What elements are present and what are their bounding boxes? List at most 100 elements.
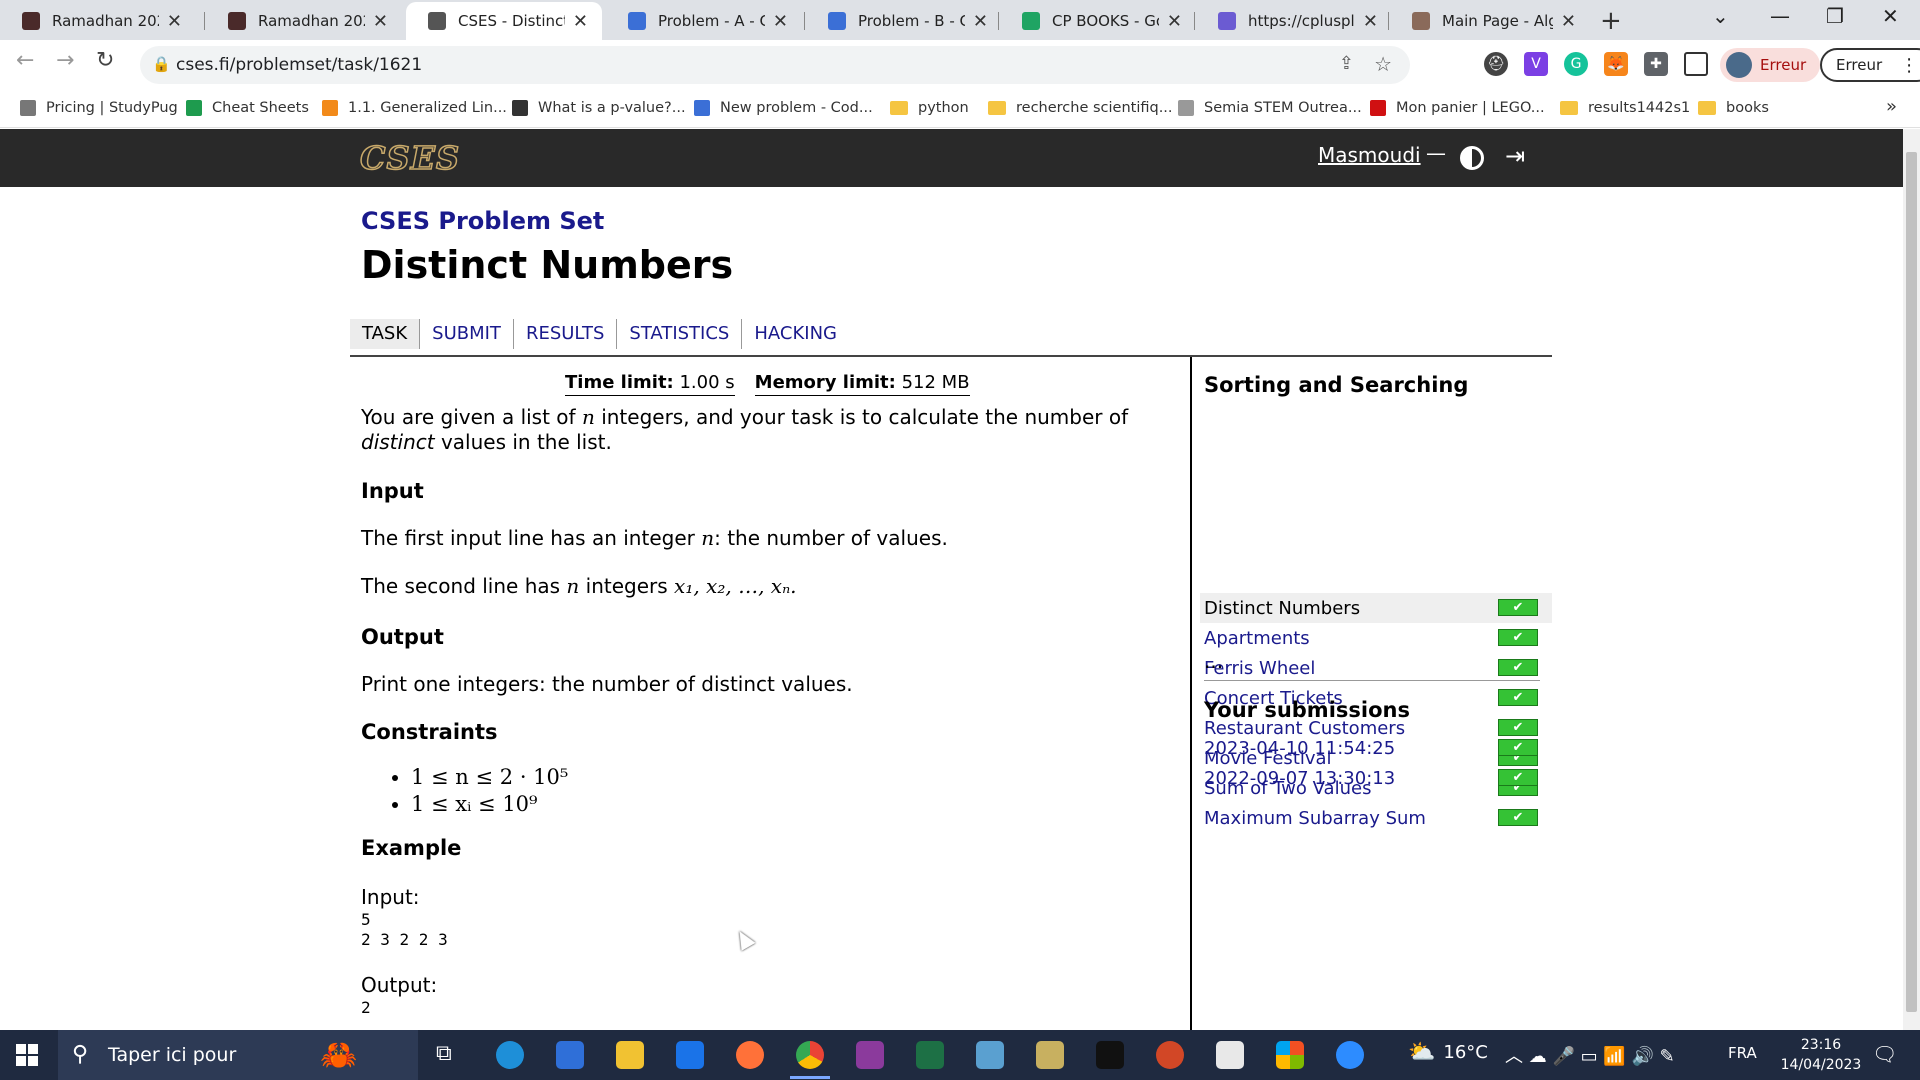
search-placeholder: Taper ici pour: [108, 1044, 237, 1066]
notes-app-icon[interactable]: [976, 1041, 1004, 1069]
address-bar[interactable]: 🔒 cses.fi/problemset/task/1621 ⇪ ☆: [140, 46, 1410, 84]
more-bookmarks-icon[interactable]: »: [1886, 96, 1897, 117]
bookmark-star-icon[interactable]: ☆: [1374, 52, 1392, 76]
reload-button[interactable]: ↻: [96, 48, 114, 73]
bookmark-item[interactable]: Semia STEM Outrea...: [1178, 90, 1362, 126]
browser-tab[interactable]: https://cplusplus ✕: [1196, 2, 1392, 40]
system-tray-icons[interactable]: ︿ ☁ 🎤 ▭ 📶 🔊 ✎: [1505, 1042, 1675, 1068]
bookmarks-bar: Pricing | StudyPug Cheat Sheets 1.1. Gener…: [0, 90, 1920, 128]
minimize-button[interactable]: —: [1770, 4, 1790, 28]
tab-close-icon[interactable]: ✕: [373, 11, 388, 32]
bookmark-item[interactable]: Pricing | StudyPug: [20, 90, 178, 126]
sidebar-problem-label[interactable]: Apartments: [1204, 628, 1310, 649]
error-button[interactable]: Erreur ⋮: [1820, 48, 1920, 82]
bookmark-favicon-icon: [694, 100, 710, 116]
tab-close-icon[interactable]: ✕: [1167, 11, 1182, 32]
task-view-icon[interactable]: ⧉: [436, 1041, 464, 1069]
office-app-icon[interactable]: [1276, 1041, 1304, 1069]
profile-button[interactable]: Erreur: [1720, 48, 1821, 82]
firefox-icon[interactable]: [736, 1041, 764, 1069]
temperature: 16°C: [1443, 1042, 1488, 1063]
sidebar-problem-item[interactable]: Maximum Subarray Sum ✔: [1200, 803, 1552, 833]
store-icon[interactable]: [556, 1041, 584, 1069]
bookmark-item[interactable]: Cheat Sheets: [186, 90, 309, 126]
restore-button[interactable]: ❐: [1826, 4, 1844, 28]
bookmark-label: Cheat Sheets: [212, 100, 309, 116]
bookmark-item[interactable]: Mon panier | LEGO...: [1370, 90, 1545, 126]
back-button[interactable]: ←: [16, 48, 34, 73]
share-icon[interactable]: ⇪: [1339, 53, 1354, 74]
clock[interactable]: 23:16 14/04/2023: [1780, 1035, 1862, 1075]
bookmark-item[interactable]: results1442s1: [1560, 90, 1690, 126]
tab-close-icon[interactable]: ✕: [973, 11, 988, 32]
zoom-icon[interactable]: [1336, 1041, 1364, 1069]
tab-close-icon[interactable]: ✕: [1363, 11, 1378, 32]
logout-icon[interactable]: ⇥: [1505, 142, 1525, 170]
sidebar-problem-item[interactable]: Apartments ✔: [1200, 623, 1552, 653]
submission-item[interactable]: 2022-09-07 13:30:13 ✔: [1200, 763, 1552, 793]
browser-tab[interactable]: Main Page - Algo ✕: [1390, 2, 1590, 40]
extension-metamask-icon[interactable]: 🦊: [1604, 52, 1628, 76]
powerpoint-icon[interactable]: [1156, 1041, 1184, 1069]
notifications-icon[interactable]: 🗨: [1872, 1042, 1897, 1066]
chrome-icon[interactable]: [796, 1041, 824, 1069]
document-app-icon[interactable]: [1216, 1041, 1244, 1069]
bookmark-item[interactable]: What is a p-value?...: [512, 90, 686, 126]
pdf-app-icon[interactable]: [856, 1041, 884, 1069]
browser-tab[interactable]: CP BOOKS - Goo ✕: [1000, 2, 1196, 40]
forward-button[interactable]: →: [56, 48, 74, 73]
bookmark-item[interactable]: python: [890, 90, 969, 126]
scrollbar-thumb[interactable]: [1906, 152, 1917, 1012]
bookmark-item[interactable]: recherche scientifiq...: [988, 90, 1173, 126]
tab-close-icon[interactable]: ✕: [573, 11, 588, 32]
weather-widget[interactable]: ⛅ 16°C: [1408, 1040, 1488, 1065]
browser-tab[interactable]: CSES - Distinct N ✕: [406, 2, 602, 40]
tab-close-icon[interactable]: ✕: [1561, 11, 1576, 32]
tab-submit[interactable]: SUBMIT: [420, 319, 514, 349]
tex-app-icon[interactable]: [1036, 1041, 1064, 1069]
sidebar-problem-label[interactable]: Maximum Subarray Sum: [1204, 808, 1426, 829]
browser-tab[interactable]: Problem - B - Co ✕: [806, 2, 1002, 40]
sidebar-problem-item[interactable]: Distinct Numbers ✔: [1200, 593, 1552, 623]
browser-tab[interactable]: Ramadhan 2023 ✕: [206, 2, 402, 40]
sidebar-problem-item[interactable]: Ferris Wheel ✔: [1200, 653, 1552, 683]
extensions-puzzle-icon[interactable]: ✚: [1644, 52, 1668, 76]
menu-dots-icon[interactable]: ⋮: [1900, 55, 1918, 76]
close-window-button[interactable]: ✕: [1882, 4, 1899, 28]
tab-task[interactable]: TASK: [350, 319, 421, 349]
taskbar-search[interactable]: Taper ici pour: [58, 1030, 418, 1080]
extension-v-icon[interactable]: V: [1524, 52, 1548, 76]
browser-tab[interactable]: Problem - A - Co ✕: [606, 2, 802, 40]
example-output: 2: [361, 998, 371, 1017]
tab-close-icon[interactable]: ✕: [773, 11, 788, 32]
submission-link[interactable]: 2023-04-10 11:54:25: [1204, 738, 1395, 759]
side-panel-icon[interactable]: [1684, 52, 1708, 76]
terminal-icon[interactable]: [1096, 1041, 1124, 1069]
file-explorer-icon[interactable]: [616, 1041, 644, 1069]
theme-toggle-icon[interactable]: [1460, 146, 1484, 170]
extension-helmet-icon[interactable]: ⛑: [1484, 52, 1508, 76]
tab-search-icon[interactable]: ⌄: [1712, 4, 1729, 28]
bookmark-item[interactable]: books: [1698, 90, 1769, 126]
submission-item[interactable]: 2023-04-10 11:54:25 ✔: [1200, 733, 1552, 763]
submission-link[interactable]: 2022-09-07 13:30:13: [1204, 768, 1395, 789]
extension-grammarly-icon[interactable]: G: [1564, 52, 1588, 76]
excel-icon[interactable]: [916, 1041, 944, 1069]
site-header: CSES Masmoudi — ⇥: [0, 129, 1903, 187]
problemset-link[interactable]: CSES Problem Set: [361, 207, 604, 235]
cses-logo[interactable]: CSES: [359, 138, 460, 178]
edge-icon[interactable]: [496, 1041, 524, 1069]
new-tab-button[interactable]: +: [1600, 6, 1622, 36]
bookmark-item[interactable]: New problem - Cod...: [694, 90, 873, 126]
input-language[interactable]: FRA: [1728, 1044, 1757, 1062]
username-link[interactable]: Masmoudi: [1318, 143, 1421, 167]
mail-icon[interactable]: [676, 1041, 704, 1069]
tab-results[interactable]: RESULTS: [514, 319, 618, 349]
tab-statistics[interactable]: STATISTICS: [617, 319, 743, 349]
input-line-1: The first input line has an integer n: t…: [361, 526, 948, 550]
start-button[interactable]: [16, 1044, 38, 1066]
tab-hacking[interactable]: HACKING: [742, 319, 849, 349]
tab-close-icon[interactable]: ✕: [167, 11, 182, 32]
bookmark-item[interactable]: 1.1. Generalized Lin...: [322, 90, 507, 126]
browser-tab[interactable]: Ramadhan 2023 ✕: [0, 2, 196, 40]
